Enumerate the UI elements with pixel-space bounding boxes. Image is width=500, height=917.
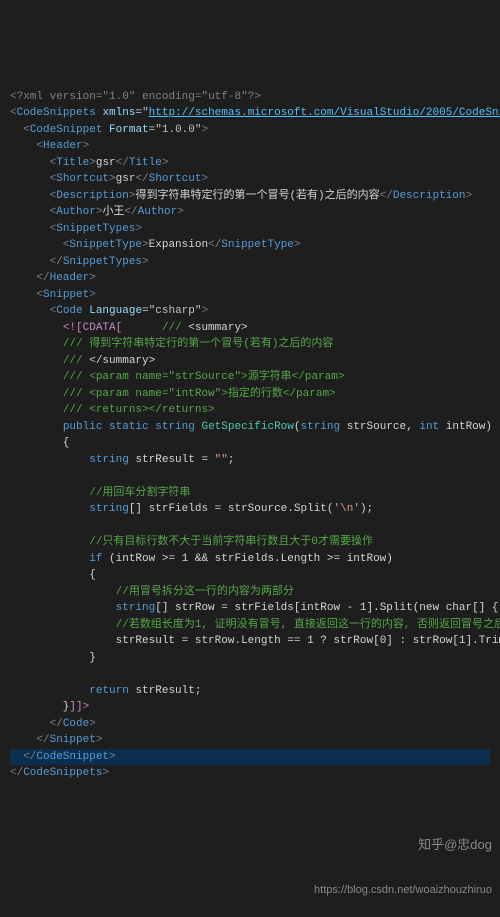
watermark-link: https://blog.csdn.net/woaizhouzhiruo bbox=[314, 883, 492, 898]
xml-declaration: <?xml version="1.0" encoding="utf-8"?> bbox=[10, 91, 261, 103]
highlighted-line: </CodeSnippet> bbox=[10, 749, 490, 766]
cdata-close: ]]> bbox=[69, 701, 89, 713]
watermark-sig: 知乎@忠dog bbox=[314, 836, 492, 854]
title-text: gsr bbox=[96, 157, 116, 169]
comment-len: //若数组长度为1, 证明没有冒号, 直接返回这一行的内容, 否则返回冒号之后的… bbox=[116, 619, 500, 631]
watermark: 知乎@忠dog https://blog.csdn.net/woaizhouzh… bbox=[314, 806, 492, 913]
comment-split: //用回车分割字符串 bbox=[89, 487, 190, 499]
tag-codesnippets-open: CodeSnippets bbox=[17, 107, 96, 119]
method-name: GetSpecificRow bbox=[201, 421, 293, 433]
code-view: <?xml version="1.0" encoding="utf-8"?> <… bbox=[10, 72, 490, 782]
shortcut-text: gsr bbox=[116, 173, 136, 185]
cdata-open: <![CDATA[ bbox=[63, 322, 122, 334]
description-text: 得到字符串特定行的第一个冒号(若有)之后的内容 bbox=[135, 190, 379, 202]
author-text: 小王 bbox=[102, 206, 124, 218]
xmlns-url: http://schemas.microsoft.com/VisualStudi… bbox=[149, 107, 500, 119]
snippet-type-text: Expansion bbox=[149, 239, 208, 251]
xmldoc-summary: /// 得到字符串特定行的第一个冒号(若有)之后的内容 bbox=[63, 338, 334, 350]
comment-inner: //用冒号拆分这一行的内容为两部分 bbox=[116, 586, 294, 598]
comment-cond: //只有目标行数不大于当前字符串行数且大于0才需要操作 bbox=[89, 536, 373, 548]
tag-codesnippets-close: CodeSnippets bbox=[23, 767, 102, 779]
